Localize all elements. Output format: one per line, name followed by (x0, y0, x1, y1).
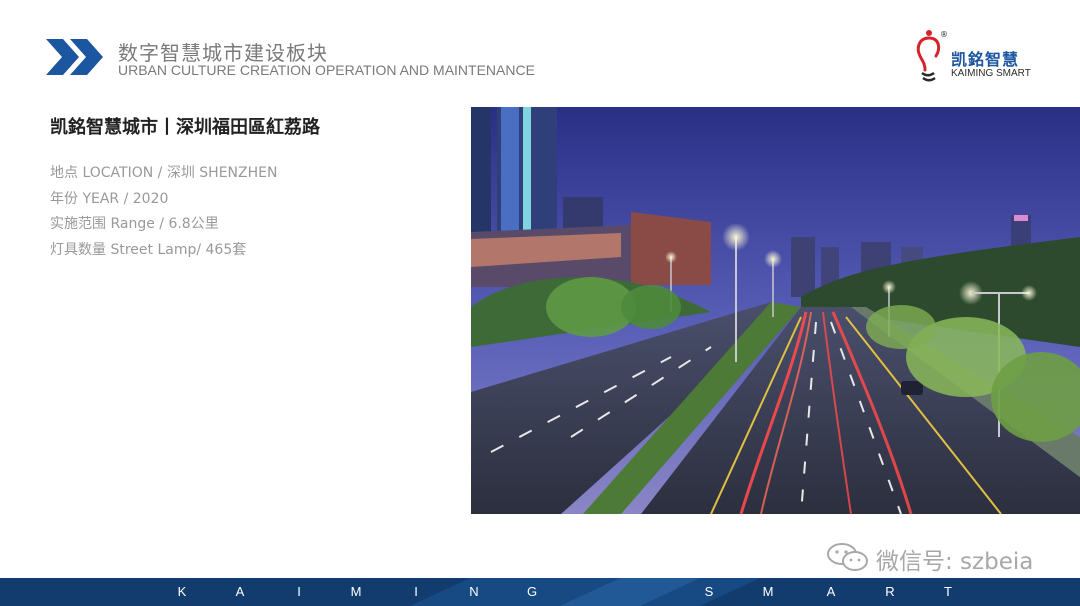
brand-name-en: KAIMING SMART (951, 68, 1031, 79)
footer-letter-i: I (297, 584, 301, 599)
footer-bar: K A I M I N G S M A R T (0, 578, 1080, 606)
wechat-icon (826, 542, 870, 572)
footer-letter-m2: M (762, 584, 774, 599)
detail-street-lamp: 灯具数量 Street Lamp/ 465套 (50, 241, 247, 258)
footer-letter-s: S (704, 584, 714, 599)
footer-letter-t: T (944, 584, 952, 599)
footer-band-graphic (0, 578, 1080, 606)
footer-letter-k: K (177, 584, 187, 599)
project-title: 凯銘智慧城市丨深圳福田區紅荔路 (50, 117, 320, 138)
footer-letter-i2: I (414, 584, 418, 599)
footer-letter-g: G (526, 584, 538, 599)
trademark-symbol: ® (940, 30, 948, 39)
brand-name-cn: 凯銘智慧 (951, 50, 1020, 69)
street-night-photo (471, 107, 1080, 514)
brand-logo: ® 凯銘智慧 KAIMING SMART (905, 26, 1045, 86)
brand-mark-icon: ® (909, 26, 949, 84)
wechat-id-text: 微信号: szbeia (876, 549, 1034, 575)
detail-range: 实施范围 Range / 6.8公里 (50, 216, 219, 232)
footer-letter-a2: A (826, 584, 836, 599)
footer-letter-a: A (235, 584, 245, 599)
wechat-watermark: 微信号: szbeia (826, 540, 1056, 575)
footer-letter-n: N (469, 584, 479, 599)
detail-location: 地点 LOCATION / 深圳 SHENZHEN (50, 165, 278, 181)
project-details-list: 地点 LOCATION / 深圳 SHENZHEN 年份 YEAR / 2020… (50, 163, 277, 265)
detail-year: 年份 YEAR / 2020 (50, 190, 169, 207)
footer-letter-r: R (885, 584, 895, 599)
header-chevron-logo-icon (46, 39, 108, 75)
footer-letter-m: M (350, 584, 362, 599)
header-subtitle: URBAN CULTURE CREATION OPERATION AND MAI… (118, 62, 535, 78)
